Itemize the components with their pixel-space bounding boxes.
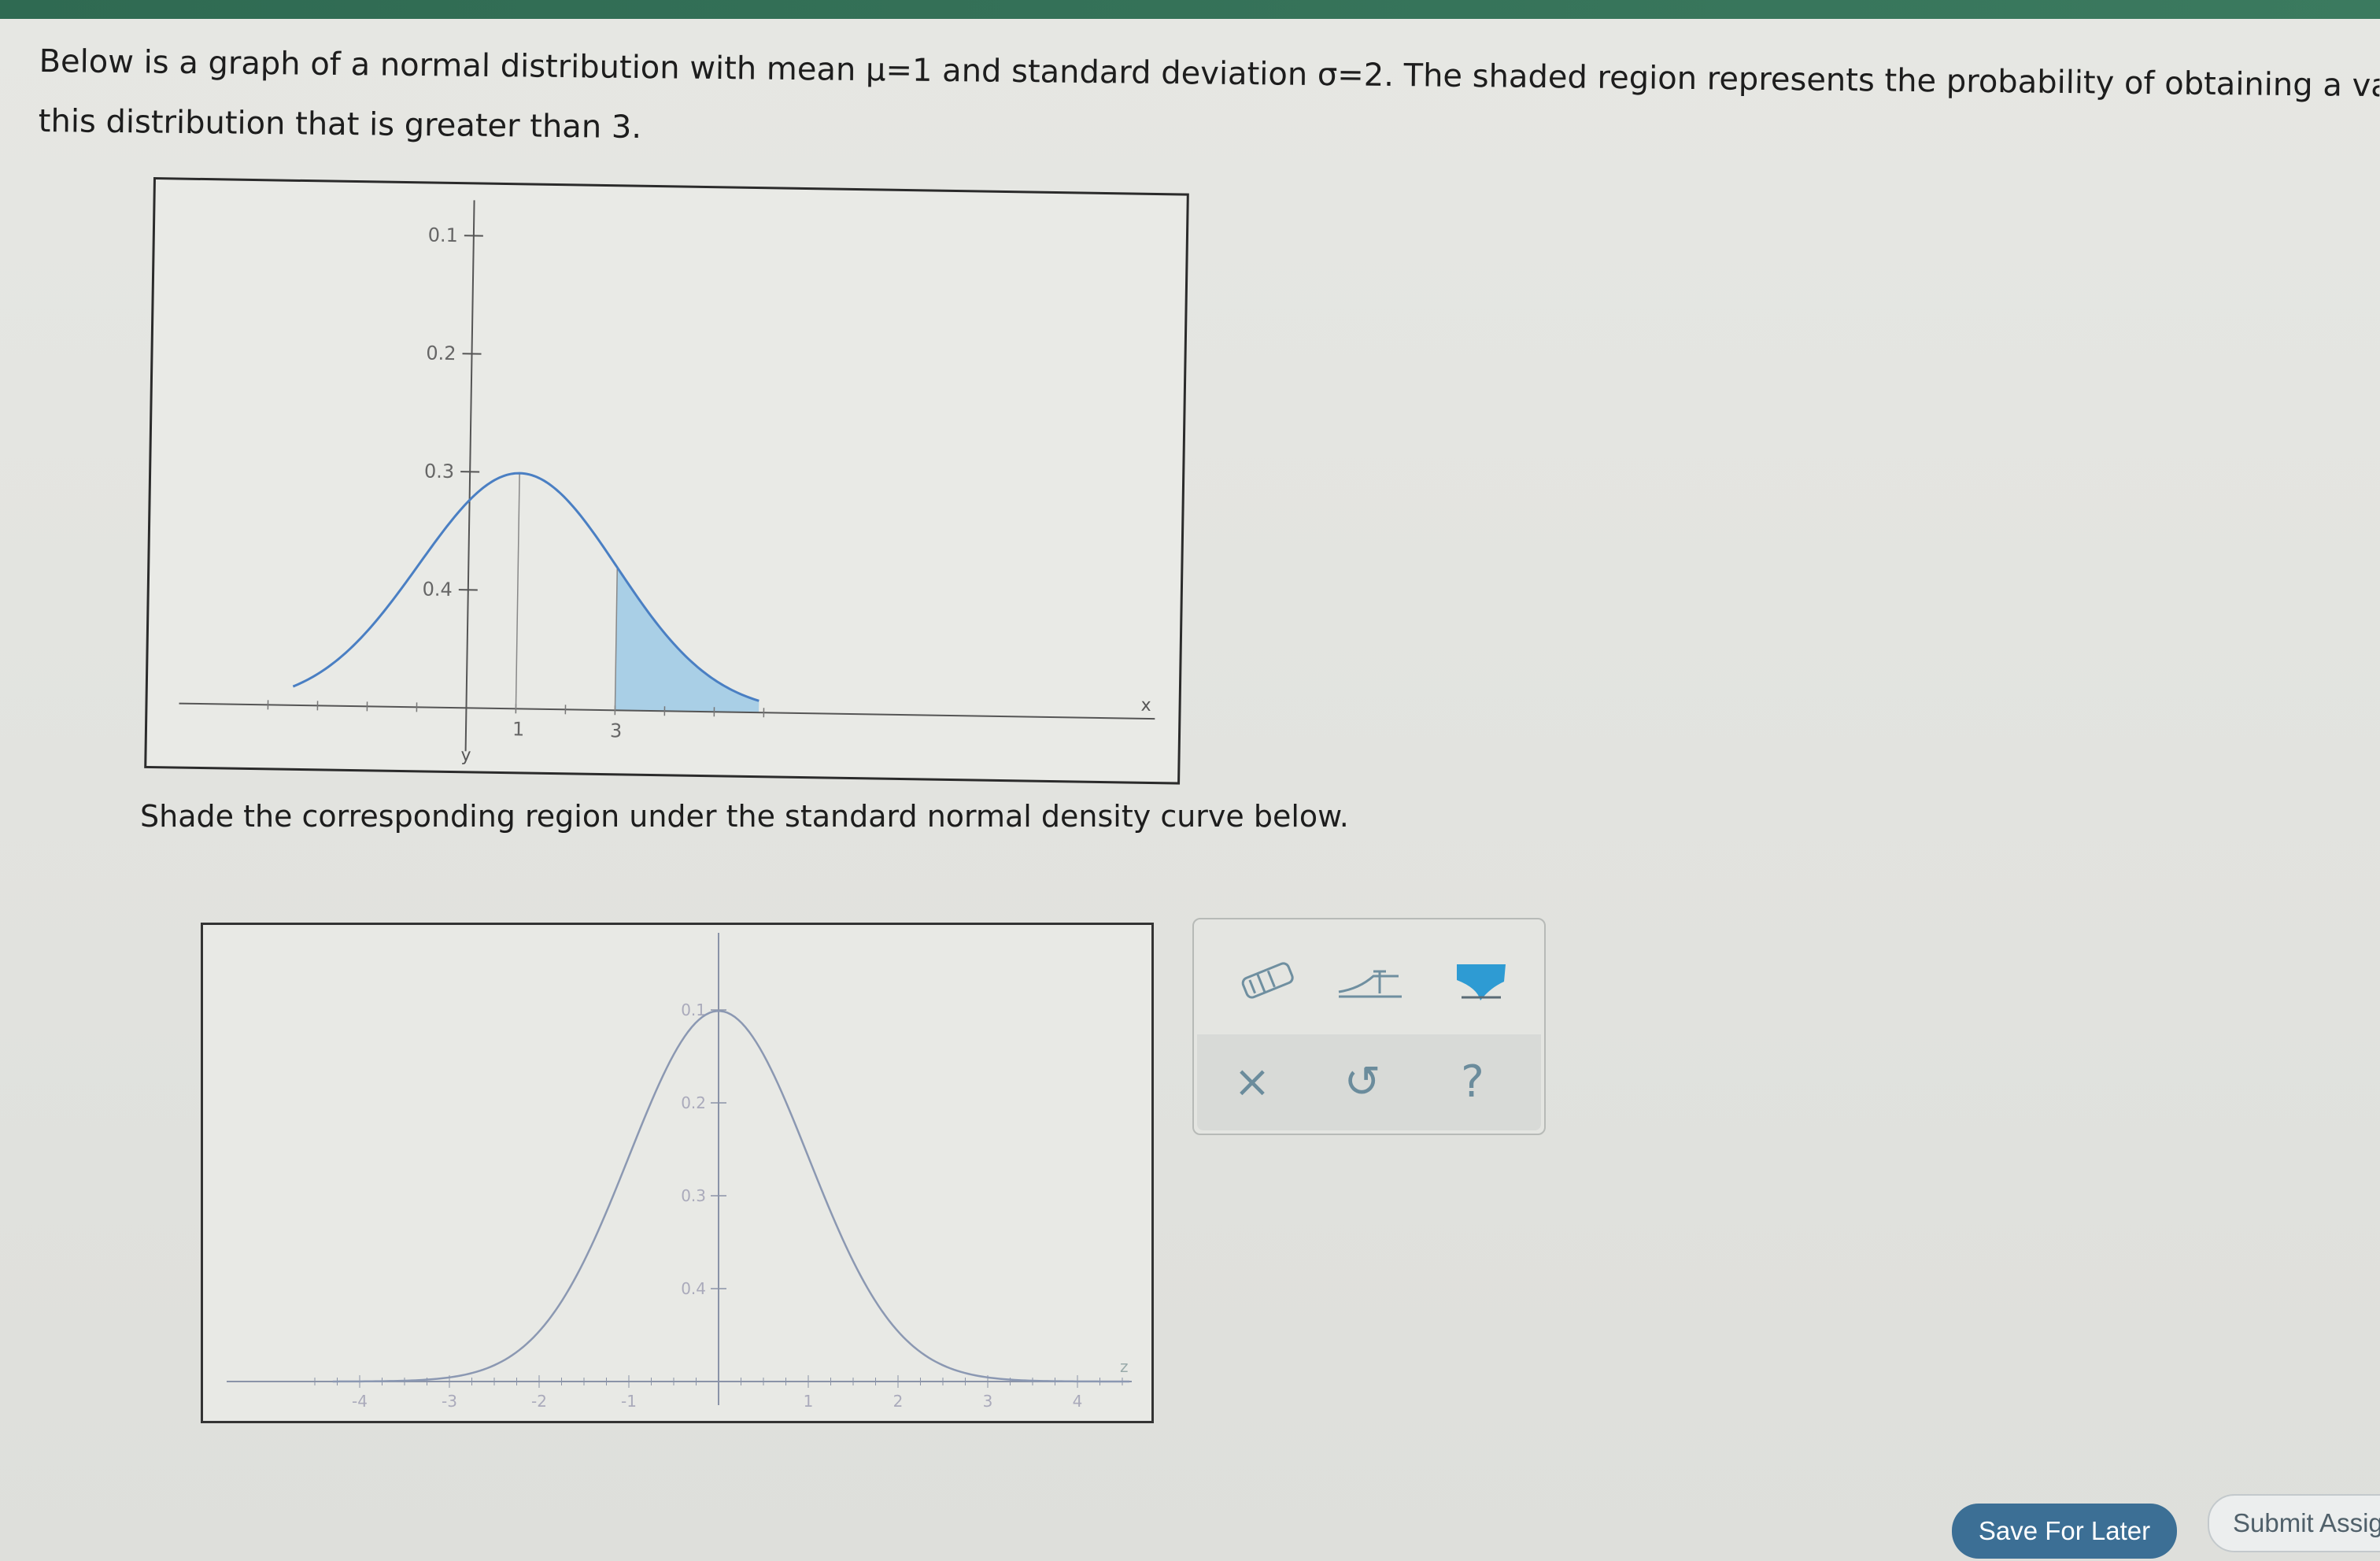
shade-tool-icon <box>1457 964 1506 1001</box>
eraser-icon <box>1241 962 1294 999</box>
undo-icon: ↺ <box>1343 1056 1381 1108</box>
submit-assignment-button[interactable]: Submit Assig <box>2208 1494 2380 1552</box>
z-tick-label: 3 <box>983 1392 993 1411</box>
undo-button[interactable]: ↺ <box>1319 1042 1406 1121</box>
z-tick-label: 2 <box>893 1392 904 1411</box>
y-tick-label: 0.4 <box>681 1279 706 1298</box>
x-tick-label: 3 <box>610 719 623 742</box>
boundary-tool-button[interactable] <box>1328 941 1414 1020</box>
y-tick-label: 0.2 <box>681 1093 706 1112</box>
eraser-tool-button[interactable] <box>1225 941 1312 1020</box>
y-tick-label: 0.1 <box>427 224 458 246</box>
y-tick-label: 0.3 <box>424 460 455 483</box>
help-button[interactable]: ? <box>1429 1042 1516 1121</box>
shaded-tail-region <box>615 567 759 713</box>
mean-line <box>515 473 520 709</box>
z-tick-label: 1 <box>804 1392 814 1411</box>
boundary-tool-icon <box>1338 970 1402 998</box>
z-tick-label: -4 <box>352 1392 368 1411</box>
close-icon: × <box>1233 1056 1271 1108</box>
z-tick-label: 4 <box>1073 1392 1083 1411</box>
question-text: Below is a graph of a normal distributio… <box>38 31 2380 176</box>
z-tick-label: -3 <box>442 1392 457 1411</box>
y-axis-label: y <box>460 745 471 765</box>
standard-normal-graph[interactable]: z -4 -3 -2 -1 1 2 3 4 0.4 0.3 0.2 0.1 <box>201 923 1154 1423</box>
shade-tool-button[interactable] <box>1438 941 1524 1020</box>
save-for-later-button[interactable]: Save For Later <box>1952 1504 2177 1559</box>
help-icon: ? <box>1461 1056 1484 1108</box>
normal-distribution-graph: x y 0.4 0.3 0.2 0.1 1 3 <box>144 177 1189 785</box>
clear-button[interactable]: × <box>1209 1042 1295 1121</box>
x-axis-label: x <box>1140 696 1151 716</box>
z-axis-label: z <box>1120 1357 1129 1376</box>
y-axis <box>464 200 475 752</box>
z-tick-label: -1 <box>621 1392 637 1411</box>
y-tick-label: 0.3 <box>681 1186 706 1205</box>
z-tick-label: -2 <box>531 1392 547 1411</box>
instruction-text: Shade the corresponding region under the… <box>140 799 1349 834</box>
graphing-toolbox: × ↺ ? <box>1192 918 1546 1135</box>
normal-curve-plot: x y 0.4 0.3 0.2 0.1 1 3 <box>179 200 1155 765</box>
standard-normal-plot[interactable]: z-4 -3 -2 -1 1 2 3 40.40.30.20.1 <box>203 925 1151 1421</box>
toolbox-actions-row: × ↺ ? <box>1197 1034 1541 1130</box>
x-tick-label: 1 <box>512 718 525 740</box>
y-tick-label: 0.2 <box>426 342 456 364</box>
standard-normal-curve <box>332 1010 1130 1383</box>
y-tick-label: 0.4 <box>422 578 453 601</box>
